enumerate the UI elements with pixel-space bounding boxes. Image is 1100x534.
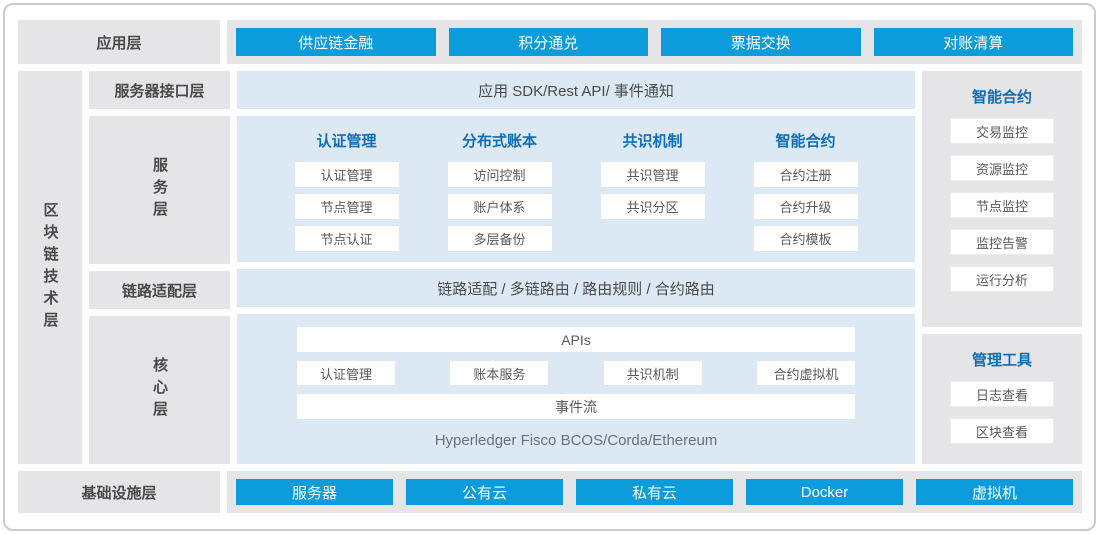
panel-item: 节点监控 (950, 192, 1054, 218)
tech-layer-content-column: 应用 SDK/Rest API/ 事件通知 认证管理 认证管理 节点管理 节点认… (237, 71, 915, 464)
service-group-auth: 认证管理 认证管理 节点管理 节点认证 (271, 125, 422, 262)
infrastructure-layer-label: 基础设施层 (18, 471, 220, 513)
app-block-points-exchange: 积分通兑 (449, 28, 649, 56)
panel-item: 运行分析 (950, 266, 1054, 292)
service-item: 合约模板 (754, 226, 858, 251)
interface-layer-label: 服务器接口层 (89, 71, 230, 109)
service-group-smart-contract: 智能合约 合约注册 合约升级 合约模板 (730, 125, 881, 262)
panel-item: 区块查看 (950, 418, 1054, 444)
service-group-ledger-title: 分布式账本 (462, 130, 537, 151)
service-item: 共识管理 (601, 162, 705, 187)
core-layer-label-text: 核心层 (152, 357, 167, 423)
application-layer-label: 应用层 (18, 20, 220, 64)
diagram-canvas: 应用层 供应链金融 积分通兑 票据交换 对账清算 区块链技术层 服务器接口层 服… (18, 20, 1082, 513)
management-tools-panel-title: 管理工具 (972, 349, 1032, 370)
service-item: 认证管理 (295, 162, 399, 187)
blockchain-tech-layer-label-strip: 区块链技术层 (18, 71, 82, 464)
core-platforms-text: Hyperledger Fisco BCOS/Corda/Ethereum (297, 432, 855, 449)
core-module: 合约虚拟机 (757, 361, 855, 385)
panel-item: 交易监控 (950, 118, 1054, 144)
service-group-consensus-title: 共识机制 (622, 130, 682, 151)
app-block-supply-chain-finance: 供应链金融 (236, 28, 436, 56)
interface-layer-content: 应用 SDK/Rest API/ 事件通知 (237, 71, 915, 109)
service-item: 共识分区 (601, 194, 705, 219)
blockchain-tech-layer-row: 区块链技术层 服务器接口层 服务层 链路适配层 核心层 应用 SDK/Rest … (18, 71, 1082, 464)
service-item: 合约注册 (754, 162, 858, 187)
service-group-smart-contract-title: 智能合约 (775, 130, 835, 151)
app-block-bill-exchange: 票据交换 (661, 28, 861, 56)
application-layer-row: 应用层 供应链金融 积分通兑 票据交换 对账清算 (18, 20, 1082, 64)
infrastructure-layer-band: 服务器 公有云 私有云 Docker 虚拟机 (227, 471, 1082, 513)
side-panel-column: 智能合约 交易监控 资源监控 节点监控 监控告警 运行分析 管理工具 日志查看 … (922, 71, 1082, 464)
blockchain-tech-layer-label: 区块链技术层 (43, 202, 58, 334)
service-group-ledger: 分布式账本 访问控制 账户体系 多层备份 (424, 125, 575, 262)
service-item: 账户体系 (448, 194, 552, 219)
service-item: 合约升级 (754, 194, 858, 219)
core-module: 认证管理 (297, 361, 395, 385)
service-layer-label-text: 服务层 (152, 157, 167, 223)
app-block-reconciliation: 对账清算 (874, 28, 1074, 56)
adapter-layer-label: 链路适配层 (89, 271, 230, 309)
infrastructure-layer-row: 基础设施层 服务器 公有云 私有云 Docker 虚拟机 (18, 471, 1082, 513)
core-event-stream-row: 事件流 (297, 394, 855, 419)
core-modules-row: 认证管理 账本服务 共识机制 合约虚拟机 (297, 361, 855, 385)
core-module: 共识机制 (604, 361, 702, 385)
smart-contract-monitor-panel: 智能合约 交易监控 资源监控 节点监控 监控告警 运行分析 (922, 71, 1082, 327)
management-tools-panel: 管理工具 日志查看 区块查看 (922, 334, 1082, 464)
adapter-layer-content: 链路适配 / 多链路由 / 路由规则 / 合约路由 (237, 269, 915, 307)
service-item: 节点管理 (295, 194, 399, 219)
core-module: 账本服务 (450, 361, 548, 385)
smart-contract-panel-title: 智能合约 (972, 86, 1032, 107)
service-group-consensus: 共识机制 共识管理 共识分区 (577, 125, 728, 262)
architecture-diagram: 应用层 供应链金融 积分通兑 票据交换 对账清算 区块链技术层 服务器接口层 服… (0, 0, 1100, 534)
core-layer-box: APIs 认证管理 账本服务 共识机制 合约虚拟机 事件流 Hyperledge… (237, 314, 915, 464)
service-item: 访问控制 (448, 162, 552, 187)
service-item: 节点认证 (295, 226, 399, 251)
panel-item: 资源监控 (950, 155, 1054, 181)
infra-block-vm: 虚拟机 (916, 479, 1073, 505)
infra-block-private-cloud: 私有云 (576, 479, 733, 505)
infra-block-server: 服务器 (236, 479, 393, 505)
application-layer-band: 供应链金融 积分通兑 票据交换 对账清算 (227, 20, 1082, 64)
panel-item: 日志查看 (950, 381, 1054, 407)
infra-block-docker: Docker (746, 479, 903, 505)
service-item: 多层备份 (448, 226, 552, 251)
core-apis-row: APIs (297, 327, 855, 352)
panel-item: 监控告警 (950, 229, 1054, 255)
service-group-auth-title: 认证管理 (316, 130, 376, 151)
sublayer-label-column: 服务器接口层 服务层 链路适配层 核心层 (89, 71, 230, 464)
service-layer-box: 认证管理 认证管理 节点管理 节点认证 分布式账本 访问控制 账户体系 多层备份… (237, 116, 915, 262)
core-layer-label: 核心层 (89, 316, 230, 464)
infra-block-public-cloud: 公有云 (406, 479, 563, 505)
service-layer-label: 服务层 (89, 116, 230, 264)
